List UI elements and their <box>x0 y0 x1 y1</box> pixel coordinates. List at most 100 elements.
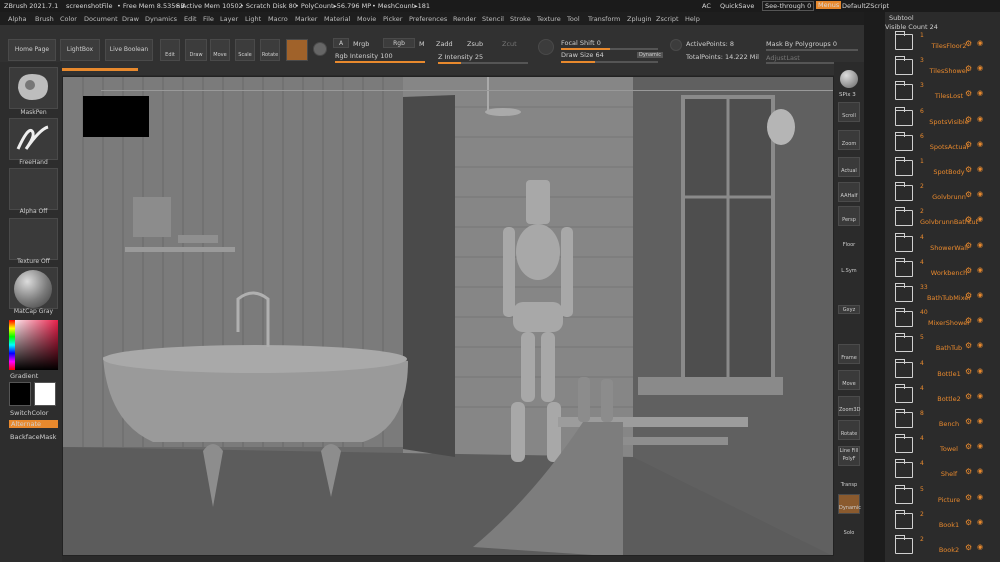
hue-strip[interactable] <box>9 320 15 370</box>
solo-button[interactable]: Solo <box>838 520 860 540</box>
zoom3d-button[interactable]: Zoom3D <box>838 396 860 416</box>
quicksave-button[interactable]: QuickSave <box>720 2 754 10</box>
bpr-sphere-icon[interactable] <box>840 70 858 88</box>
menu-stencil[interactable]: Stencil <box>482 15 504 23</box>
gear-icon[interactable]: ⚙ <box>965 215 972 224</box>
texture-ball-icon[interactable] <box>313 42 327 56</box>
gear-icon[interactable]: ⚙ <box>965 493 972 502</box>
gear-icon[interactable]: ⚙ <box>965 543 972 552</box>
folder-icon[interactable] <box>895 459 913 479</box>
eye-icon[interactable]: ◉ <box>977 190 983 198</box>
eye-icon[interactable]: ◉ <box>977 140 983 148</box>
eye-icon[interactable]: ◉ <box>977 39 983 47</box>
edit-button[interactable]: Edit <box>160 39 180 61</box>
stroke-slot[interactable] <box>9 118 58 160</box>
alternate-button[interactable]: Alternate <box>9 420 58 428</box>
color-picker[interactable] <box>9 320 58 370</box>
z-intensity-slider[interactable] <box>438 62 528 64</box>
gear-icon[interactable]: ⚙ <box>965 467 972 476</box>
gear-icon[interactable]: ⚙ <box>965 64 972 73</box>
move-button[interactable]: Move <box>210 39 230 61</box>
gear-icon[interactable]: ⚙ <box>965 115 972 124</box>
zadd-button[interactable]: Zadd <box>436 40 453 48</box>
folder-icon[interactable] <box>895 484 913 504</box>
menu-marker[interactable]: Marker <box>295 15 317 23</box>
subtool-item[interactable]: 33 BathTubMixer ⚙ ◉ <box>885 283 1000 308</box>
secondary-color-swatch[interactable] <box>34 382 56 406</box>
rotate-view-button[interactable]: Rotate <box>838 420 860 440</box>
subtool-item[interactable]: 2 Book2 ⚙ ◉ <box>885 535 1000 560</box>
default-zscript-button[interactable]: DefaultZScript <box>842 2 889 10</box>
subtool-item[interactable]: 5 Picture ⚙ ◉ <box>885 484 1000 510</box>
gear-icon[interactable]: ⚙ <box>965 190 972 199</box>
gear-icon[interactable]: ⚙ <box>965 241 972 250</box>
focal-shift-icon[interactable] <box>538 39 554 55</box>
eye-icon[interactable]: ◉ <box>977 241 983 249</box>
transp-button[interactable]: Transp <box>838 472 860 492</box>
menu-draw[interactable]: Draw <box>122 15 139 23</box>
scale-button[interactable]: Scale <box>235 39 255 61</box>
menu-material[interactable]: Material <box>324 15 350 23</box>
spix-label[interactable]: SPix 3 <box>839 92 856 98</box>
subtool-item[interactable]: 3 TilesLost ⚙ ◉ <box>885 81 1000 106</box>
lsym-button[interactable]: L.Sym <box>838 258 860 278</box>
eye-icon[interactable]: ◉ <box>977 115 983 123</box>
mask-by-polygroups-slider[interactable] <box>766 49 858 51</box>
m-button[interactable]: M <box>419 40 425 48</box>
subtool-item[interactable]: 1 SpotBody ⚙ ◉ <box>885 157 1000 182</box>
alpha-slot[interactable] <box>9 168 58 210</box>
menu-brush[interactable]: Brush <box>35 15 54 23</box>
folder-icon[interactable] <box>895 434 913 454</box>
gear-icon[interactable]: ⚙ <box>965 266 972 275</box>
rgb-button[interactable]: Rgb <box>383 38 415 48</box>
move-view-button[interactable]: Move <box>838 370 860 390</box>
subtool-item[interactable]: 4 Shelf ⚙ ◉ <box>885 459 1000 484</box>
menu-light[interactable]: Light <box>245 15 261 23</box>
gear-icon[interactable]: ⚙ <box>965 165 972 174</box>
subtool-item[interactable]: 2 Book1 ⚙ ◉ <box>885 509 1000 535</box>
main-color-swatch[interactable] <box>9 382 31 406</box>
material-swatch[interactable] <box>286 39 308 61</box>
eye-icon[interactable]: ◉ <box>977 165 983 173</box>
subtool-item[interactable]: 2 GolvbrunnBathtub ⚙ ◉ <box>885 207 1000 232</box>
folder-icon[interactable] <box>895 31 913 50</box>
navigation-thumbnail[interactable] <box>83 96 149 137</box>
menu-document[interactable]: Document <box>84 15 118 23</box>
eye-icon[interactable]: ◉ <box>977 442 983 450</box>
tray-divider[interactable] <box>864 12 885 562</box>
subtool-item[interactable]: 1 TilesFloor2 ⚙ ◉ <box>885 31 1000 56</box>
draw-size-slider[interactable] <box>561 61 658 63</box>
folder-icon[interactable] <box>895 257 913 277</box>
dynamic-button[interactable]: Dynamic <box>637 52 664 58</box>
subtool-item[interactable]: 6 SpotsActual ⚙ ◉ <box>885 131 1000 157</box>
subtool-item[interactable]: 4 ShowerWall ⚙ ◉ <box>885 232 1000 258</box>
backface-mask-button[interactable]: BackfaceMask <box>10 433 56 441</box>
folder-icon[interactable] <box>895 182 913 202</box>
subtool-item[interactable]: 5 BathTub ⚙ ◉ <box>885 333 1000 358</box>
menu-picker[interactable]: Picker <box>383 15 402 23</box>
subtool-item[interactable]: 2 Golvbrunn ⚙ ◉ <box>885 182 1000 207</box>
rotate-button[interactable]: Rotate <box>260 39 280 61</box>
gear-icon[interactable]: ⚙ <box>965 316 972 325</box>
eye-icon[interactable]: ◉ <box>977 291 983 299</box>
gear-icon[interactable]: ⚙ <box>965 89 972 98</box>
menu-layer[interactable]: Layer <box>220 15 238 23</box>
eye-icon[interactable]: ◉ <box>977 266 983 274</box>
folder-icon[interactable] <box>895 131 913 151</box>
folder-icon[interactable] <box>895 509 913 529</box>
brush-slot[interactable] <box>9 67 58 109</box>
gear-icon[interactable]: ⚙ <box>965 39 972 48</box>
eye-icon[interactable]: ◉ <box>977 417 983 425</box>
menu-file[interactable]: File <box>203 15 214 23</box>
menu-zscript[interactable]: Zscript <box>656 15 679 23</box>
eye-icon[interactable]: ◉ <box>977 518 983 526</box>
live-boolean-button[interactable]: Live Boolean <box>105 39 153 61</box>
focal-shift-slider[interactable] <box>561 48 658 50</box>
gear-icon[interactable]: ⚙ <box>965 341 972 350</box>
subtool-title[interactable]: Subtool <box>889 14 914 22</box>
dynamic-persp-button[interactable]: Dynamic <box>838 494 861 514</box>
menu-stroke[interactable]: Stroke <box>510 15 531 23</box>
gear-icon[interactable]: ⚙ <box>965 417 972 426</box>
folder-icon[interactable] <box>895 535 913 554</box>
folder-icon[interactable] <box>895 333 913 353</box>
